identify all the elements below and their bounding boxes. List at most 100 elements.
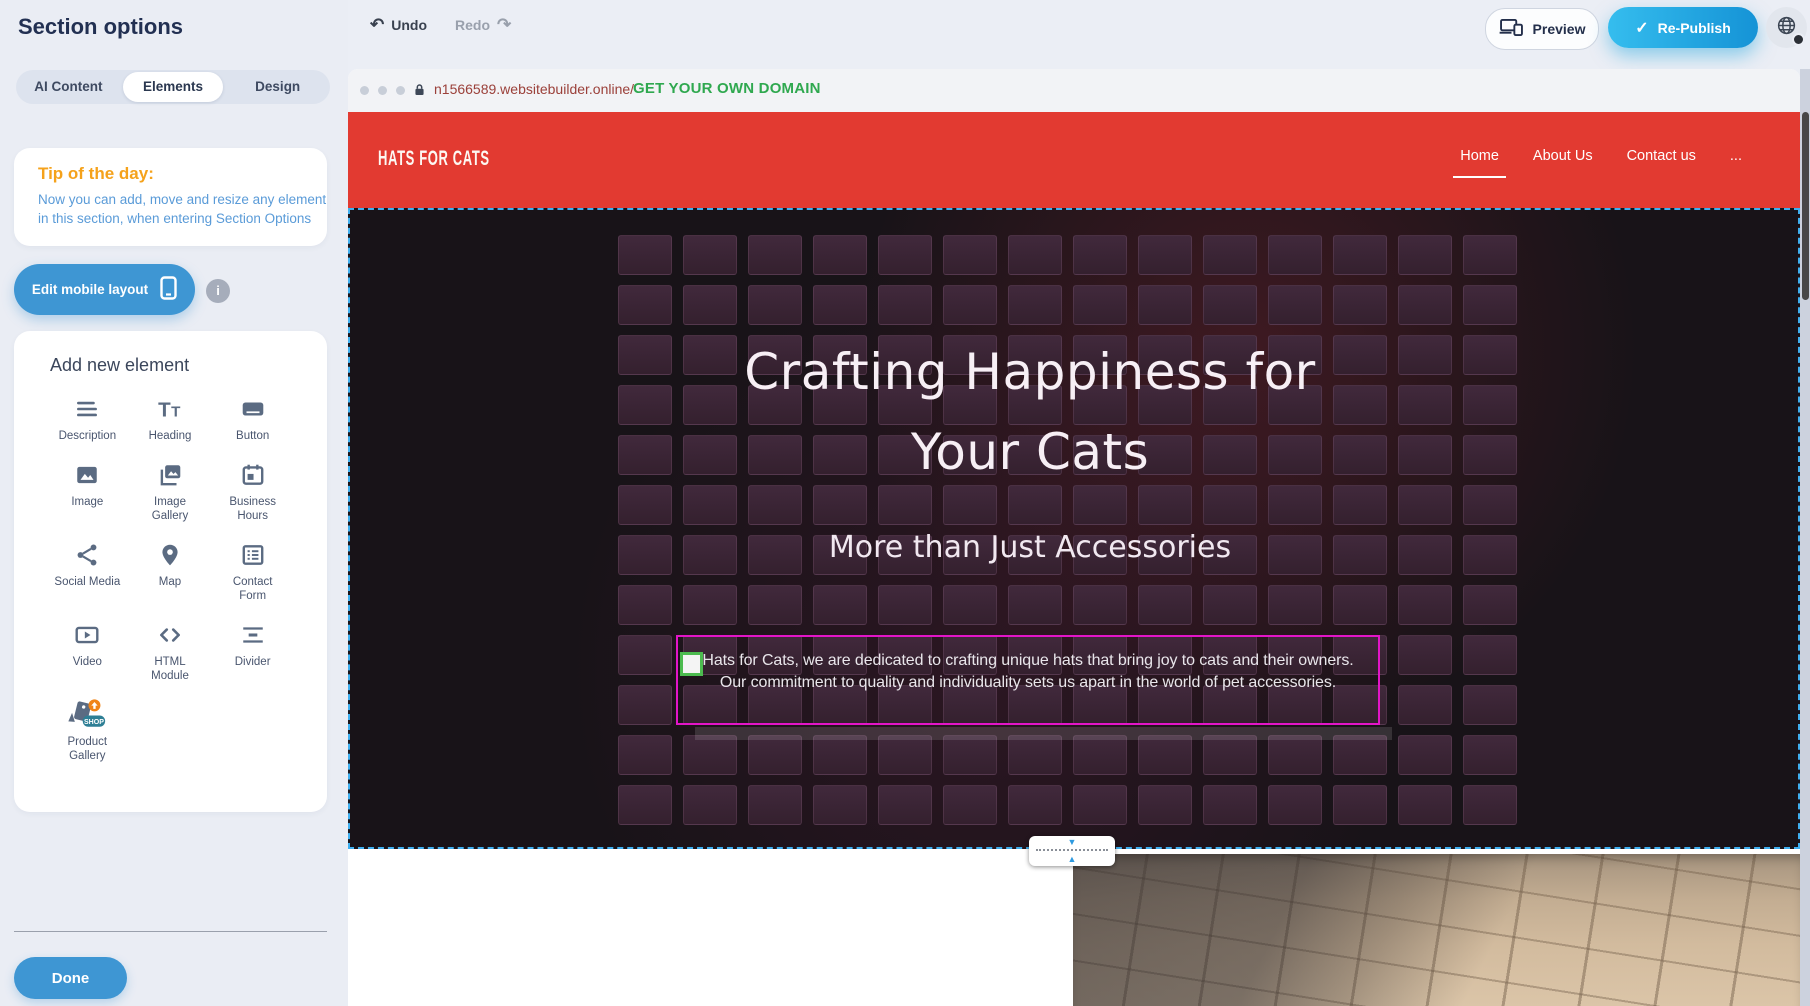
undo-label: Undo bbox=[391, 17, 427, 33]
hero-tile bbox=[748, 285, 802, 325]
element-item-product-gallery[interactable]: SHOPProductGallery bbox=[46, 700, 128, 763]
site-logo[interactable]: HATS FOR CATS bbox=[378, 147, 490, 171]
hero-tile bbox=[943, 785, 997, 825]
page-title: Section options bbox=[18, 14, 183, 40]
element-item-label: BusinessHours bbox=[212, 495, 294, 523]
hero-tile bbox=[1463, 735, 1517, 775]
hero-tile bbox=[1333, 235, 1387, 275]
tip-of-the-day-card: Tip of the day: Now you can add, move an… bbox=[14, 148, 327, 246]
map-icon bbox=[129, 540, 211, 570]
hero-tile bbox=[618, 685, 672, 725]
element-item-contact-form[interactable]: ContactForm bbox=[212, 540, 294, 603]
element-item-map[interactable]: Map bbox=[129, 540, 211, 603]
preview-label: Preview bbox=[1533, 21, 1586, 37]
element-item-image-gallery[interactable]: ImageGallery bbox=[129, 460, 211, 523]
selected-text-element[interactable]: Hats for Cats, we are dedicated to craft… bbox=[676, 635, 1380, 725]
section-resize-handle[interactable]: ▼ ▲ bbox=[1029, 836, 1115, 866]
element-item-heading[interactable]: TT Heading bbox=[129, 394, 211, 443]
contact-form-icon bbox=[212, 540, 294, 570]
hero-tile bbox=[1398, 235, 1452, 275]
edit-mobile-layout-button[interactable]: Edit mobile layout bbox=[14, 264, 195, 315]
element-item-html-module[interactable]: HTMLModule bbox=[129, 620, 211, 683]
scrollbar-thumb[interactable] bbox=[1802, 112, 1809, 300]
hero-tile bbox=[1008, 235, 1062, 275]
tab-ai-content[interactable]: AI Content bbox=[18, 72, 119, 102]
hero-tile bbox=[1268, 235, 1322, 275]
info-icon[interactable]: i bbox=[206, 279, 230, 303]
next-section[interactable] bbox=[348, 849, 1800, 1006]
element-item-label: Description bbox=[46, 429, 128, 443]
nav-item-home[interactable]: Home bbox=[1460, 148, 1499, 164]
hero-tile bbox=[1333, 585, 1387, 625]
element-item-label: Heading bbox=[129, 429, 211, 443]
hero-tile bbox=[1463, 585, 1517, 625]
hero-tile bbox=[1138, 585, 1192, 625]
hero-tile bbox=[1398, 685, 1452, 725]
section-options-panel: Section options AI Content Elements Desi… bbox=[0, 0, 348, 1006]
add-element-card: Add new element DescriptionTTHeadingButt… bbox=[14, 331, 327, 812]
heading-icon: TT bbox=[129, 394, 211, 424]
element-item-label: Video bbox=[46, 655, 128, 669]
hero-tile bbox=[1463, 285, 1517, 325]
preview-button[interactable]: Preview bbox=[1485, 8, 1599, 50]
hero-tile bbox=[1398, 635, 1452, 675]
divider-icon bbox=[212, 620, 294, 650]
site-preview-frame: n1566589.websitebuilder.online/ GET YOUR… bbox=[348, 69, 1800, 1006]
get-domain-link[interactable]: GET YOUR OWN DOMAIN bbox=[633, 80, 821, 97]
hero-tile bbox=[683, 585, 737, 625]
hero-tile bbox=[878, 585, 932, 625]
hero-title[interactable]: Crafting Happiness for Your Cats bbox=[348, 332, 1712, 492]
hero-section[interactable]: Crafting Happiness for Your Cats More th… bbox=[348, 208, 1800, 849]
element-item-video[interactable]: Video bbox=[46, 620, 128, 683]
redo-label: Redo bbox=[455, 17, 490, 33]
hero-tile bbox=[813, 735, 867, 775]
hero-tile bbox=[618, 235, 672, 275]
hero-tile bbox=[1463, 785, 1517, 825]
hero-tile bbox=[813, 285, 867, 325]
language-globe-button[interactable] bbox=[1766, 7, 1807, 48]
tab-design[interactable]: Design bbox=[227, 72, 328, 102]
element-item-image[interactable]: Image bbox=[46, 460, 128, 523]
hero-tile bbox=[943, 585, 997, 625]
html-module-icon bbox=[129, 620, 211, 650]
video-icon bbox=[46, 620, 128, 650]
hero-tile bbox=[1008, 785, 1062, 825]
resize-arrow-down-icon: ▼ bbox=[1029, 838, 1115, 847]
hero-tile bbox=[1203, 235, 1257, 275]
hero-tile bbox=[1203, 735, 1257, 775]
nav-item-about-us[interactable]: About Us bbox=[1533, 148, 1593, 164]
hero-tile bbox=[878, 785, 932, 825]
hero-tile bbox=[1073, 235, 1127, 275]
element-item-divider[interactable]: Divider bbox=[212, 620, 294, 683]
hero-paragraph[interactable]: Hats for Cats, we are dedicated to craft… bbox=[678, 637, 1378, 693]
element-item-business-hours[interactable]: BusinessHours bbox=[212, 460, 294, 523]
selection-resize-handle[interactable] bbox=[680, 652, 703, 676]
hero-tile bbox=[1268, 285, 1322, 325]
nav-item-more[interactable]: ... bbox=[1730, 148, 1742, 164]
hero-tile bbox=[1203, 585, 1257, 625]
url-text[interactable]: n1566589.websitebuilder.online/ bbox=[434, 81, 634, 97]
hero-tile bbox=[813, 585, 867, 625]
hero-tile bbox=[1333, 785, 1387, 825]
site-nav: Home About Us Contact us... bbox=[1460, 148, 1742, 164]
devices-icon bbox=[1499, 18, 1524, 40]
republish-button[interactable]: ✓ Re-Publish bbox=[1608, 7, 1758, 48]
element-item-button[interactable]: Button bbox=[212, 394, 294, 443]
tab-elements[interactable]: Elements bbox=[123, 72, 224, 102]
resize-arrow-up-icon: ▲ bbox=[1029, 855, 1115, 864]
hero-tile bbox=[1008, 285, 1062, 325]
element-item-social-media[interactable]: Social Media bbox=[46, 540, 128, 603]
hero-tile bbox=[1008, 735, 1062, 775]
redo-button[interactable]: Redo ↷ bbox=[455, 16, 511, 33]
hero-tile bbox=[1203, 285, 1257, 325]
nav-item-contact-us[interactable]: Contact us bbox=[1627, 148, 1696, 164]
hero-tile bbox=[618, 785, 672, 825]
done-button[interactable]: Done bbox=[14, 957, 127, 999]
element-item-description[interactable]: Description bbox=[46, 394, 128, 443]
hero-tile bbox=[1073, 735, 1127, 775]
site-header[interactable]: HATS FOR CATS Home About Us Contact us... bbox=[348, 112, 1800, 208]
hero-paragraph-line2: Our commitment to quality and individual… bbox=[678, 672, 1378, 694]
drag-hint-bar bbox=[695, 727, 1392, 740]
undo-button[interactable]: ↶ Undo bbox=[370, 16, 427, 33]
hero-subtitle[interactable]: More than Just Accessories bbox=[348, 530, 1712, 565]
